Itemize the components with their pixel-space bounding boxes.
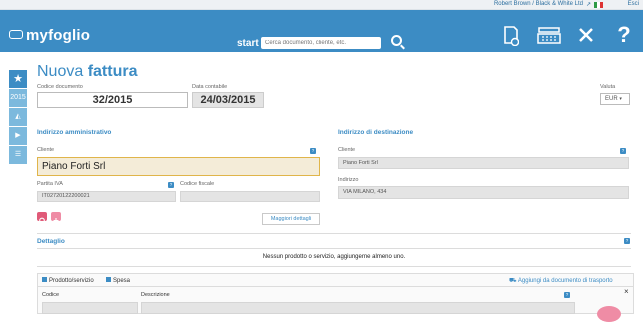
data-input[interactable]: 24/03/2015 xyxy=(192,92,264,108)
admin-cliente-help-icon[interactable]: ? xyxy=(310,148,316,154)
top-strip: Robert Brown / Black & White Ltd ↗ Esci xyxy=(0,0,643,10)
add-from-transport-link[interactable]: ⛟ Aggiungi da documento di trasporto xyxy=(509,277,613,285)
search-label: start xyxy=(237,38,259,49)
description-input[interactable] xyxy=(141,302,575,314)
sidebar-play-icon[interactable]: ▶ xyxy=(9,127,27,145)
product-icon xyxy=(42,277,47,282)
dest-cliente-input[interactable]: Piano Forti Srl xyxy=(338,157,629,169)
add-row-button[interactable] xyxy=(597,306,621,322)
codice-input[interactable]: 32/2015 xyxy=(37,92,188,108)
logo-text: myfoglio xyxy=(26,27,91,44)
italian-flag-icon[interactable] xyxy=(594,2,603,8)
truck-icon: ⛟ xyxy=(509,278,517,284)
data-label: Data contabile xyxy=(192,84,228,90)
cf-label: Codice fiscale xyxy=(180,181,215,187)
cash-register-icon[interactable] xyxy=(536,26,562,49)
valuta-select[interactable]: EUR ▾ xyxy=(600,93,630,105)
new-document-icon[interactable] xyxy=(500,26,522,51)
divider xyxy=(38,286,633,287)
desc-help-icon[interactable]: ? xyxy=(564,292,570,298)
admin-section-title: Indirizzo amministrativo xyxy=(37,129,112,136)
link-icon[interactable]: ↗ xyxy=(586,1,591,8)
refresh-button[interactable] xyxy=(37,212,47,224)
dest-cliente-help-icon[interactable]: ? xyxy=(620,148,626,154)
expense-icon xyxy=(106,277,111,282)
sidebar-list-icon[interactable]: ☰ xyxy=(9,146,27,164)
piva-help-icon[interactable]: ? xyxy=(168,182,174,188)
sidebar-year-2015[interactable]: 2015 xyxy=(9,89,27,107)
tools-icon[interactable] xyxy=(575,26,597,49)
add-button[interactable] xyxy=(51,212,61,223)
empty-message: Nessun prodotto o servizio, aggiungerne … xyxy=(262,254,406,260)
piva-label: Partita IVA xyxy=(37,181,63,187)
user-menu[interactable]: Robert Brown / Black & White Ltd xyxy=(494,1,583,7)
dest-indirizzo-input[interactable]: VIA MILANO, 434 xyxy=(338,186,629,199)
admin-cliente-input[interactable]: Piano Forti Srl xyxy=(37,157,320,176)
more-details-button[interactable]: Maggiori dettagli xyxy=(262,213,320,225)
tab-expense[interactable]: Spesa xyxy=(106,277,130,284)
divider xyxy=(37,248,631,249)
tab-product[interactable]: Prodotto/servizio xyxy=(42,277,94,284)
divider xyxy=(37,233,631,234)
divider xyxy=(37,266,631,267)
sidebar-favorites-star-icon[interactable]: ★ xyxy=(9,70,27,88)
dest-indirizzo-label: Indirizzo xyxy=(338,177,359,183)
admin-cliente-label: Cliente xyxy=(37,147,55,153)
col-desc-label: Descrizione xyxy=(141,292,170,298)
logout-link[interactable]: Esci xyxy=(628,1,639,7)
sidebar-stats-icon[interactable]: ◭ xyxy=(9,108,27,126)
dest-section-title: Indirizzo di destinazione xyxy=(338,129,414,136)
cf-input[interactable] xyxy=(180,191,320,202)
app-logo[interactable]: myfoglio xyxy=(9,27,90,44)
col-code-label: Codice xyxy=(42,292,60,298)
search-icon[interactable] xyxy=(391,35,402,46)
dest-cliente-label: Cliente xyxy=(338,147,356,153)
close-icon[interactable]: × xyxy=(624,287,629,296)
sidebar: ★ 2015 ◭ ▶ ☰ xyxy=(9,70,27,165)
search-input[interactable] xyxy=(261,37,381,49)
codice-label: Codice documento xyxy=(37,84,83,90)
dettaglio-help-icon[interactable]: ? xyxy=(624,238,630,244)
code-input[interactable] xyxy=(42,302,138,314)
logo-icon xyxy=(9,30,23,39)
dettaglio-title: Dettaglio xyxy=(37,238,65,245)
valuta-label: Valuta xyxy=(600,84,616,90)
piva-input[interactable]: IT02720122200021 xyxy=(37,191,176,202)
page-title: Nuova fattura xyxy=(37,63,138,80)
chevron-down-icon: ▾ xyxy=(619,96,622,102)
help-icon[interactable]: ? xyxy=(613,22,635,48)
